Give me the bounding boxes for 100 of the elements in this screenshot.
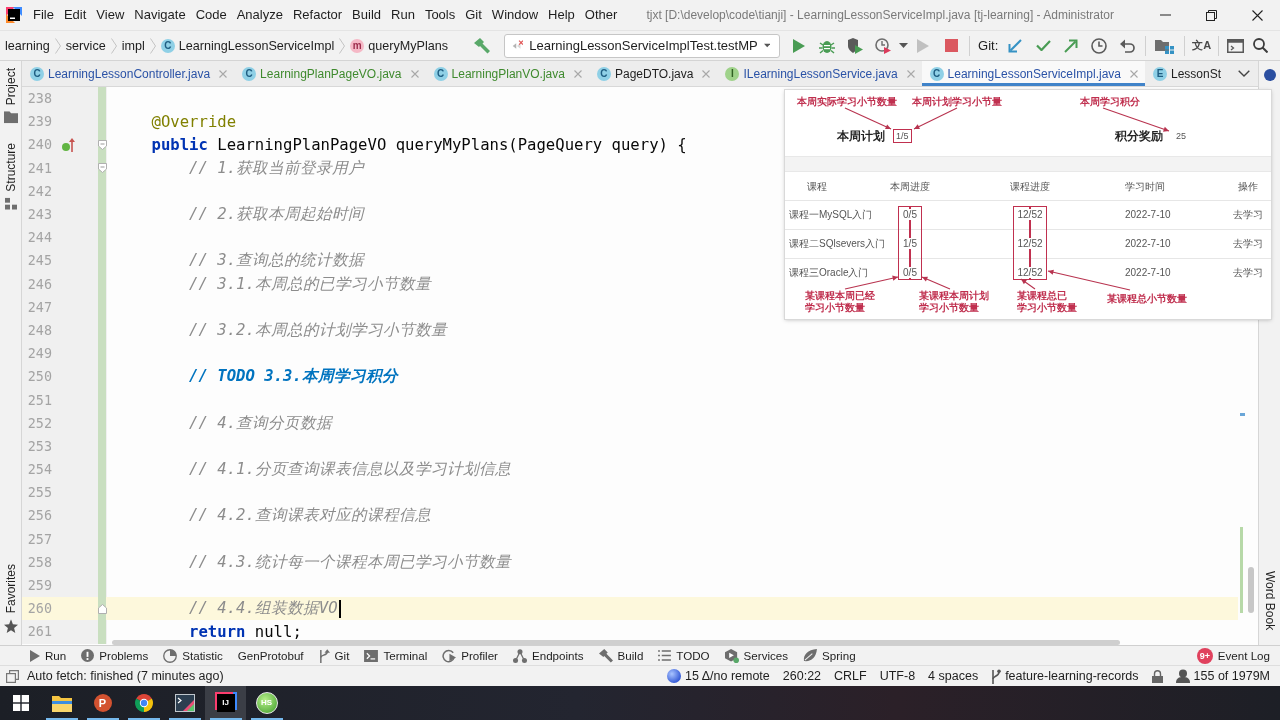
tool-window-button[interactable]: Problems: [81, 649, 149, 662]
menu-item[interactable]: Run: [386, 5, 420, 25]
annotation-note: 本周实际学习小节数量: [797, 96, 897, 108]
circle-icon[interactable]: [1263, 69, 1276, 81]
dot-arrow-icon[interactable]: [62, 137, 75, 152]
tool-window-tab[interactable]: Structure: [3, 141, 18, 213]
file-encoding[interactable]: UTF-8: [879, 669, 916, 683]
annotation-note: 本周计划学习小节量: [912, 96, 1002, 108]
menu-item[interactable]: Tools: [419, 5, 461, 25]
clock-icon[interactable]: [1091, 37, 1108, 54]
branch-selector[interactable]: feature-learning-records: [991, 668, 1139, 684]
tool-window-button[interactable]: Build: [598, 648, 644, 663]
fold-marker-icon[interactable]: [97, 603, 107, 614]
minimize-icon[interactable]: [1159, 14, 1171, 16]
restore-icon[interactable]: [1205, 9, 1217, 21]
search-icon[interactable]: [1253, 38, 1269, 53]
event-log-button[interactable]: 9+ Event Log: [1196, 647, 1270, 664]
study-link[interactable]: 去学习: [1233, 236, 1263, 251]
close-icon[interactable]: [1251, 9, 1263, 21]
list-icon: [658, 650, 672, 661]
editor-tab[interactable]: C LearningLessonController.java: [22, 61, 235, 86]
undo-icon[interactable]: [1119, 38, 1135, 53]
breadcrumb[interactable]: C LearningLessonServiceImpl: [160, 36, 335, 55]
menu-item[interactable]: Git: [460, 5, 487, 25]
project-structure-icon[interactable]: [1155, 37, 1176, 54]
column-header: 操作: [1238, 180, 1258, 194]
breadcrumb[interactable]: service: [65, 36, 106, 55]
chevron-down-icon[interactable]: [1238, 70, 1250, 77]
play-icon: [917, 38, 929, 53]
tool-window-button[interactable]: TODO: [658, 649, 710, 662]
presentation-logo: P: [93, 694, 112, 712]
table-cell: 1/5: [903, 238, 917, 249]
fold-marker-icon[interactable]: [97, 163, 107, 174]
tool-window-button[interactable]: Endpoints: [512, 648, 584, 663]
tool-window-button[interactable]: Run: [30, 649, 67, 662]
study-link[interactable]: 去学习: [1233, 207, 1263, 222]
scroll-thumb[interactable]: [1248, 567, 1254, 613]
study-link[interactable]: 去学习: [1233, 265, 1263, 280]
editor-tab[interactable]: C LearningPlanVO.java: [425, 61, 589, 86]
editor-tab[interactable]: E LessonSt: [1145, 61, 1229, 86]
menu-item[interactable]: Navigate: [129, 5, 191, 25]
tool-window-button[interactable]: Git: [318, 648, 350, 663]
editor-tab[interactable]: I ILearningLessonService.java: [717, 61, 922, 86]
tool-window-tab[interactable]: Favorites: [3, 561, 18, 635]
memory-indicator[interactable]: 155 of 1979M: [1175, 669, 1270, 683]
tool-window-tab[interactable]: Word Book: [1262, 568, 1277, 632]
menu-item[interactable]: View: [91, 5, 130, 25]
overlapping-squares-icon[interactable]: [6, 669, 19, 683]
exclamation-icon: [81, 649, 95, 662]
line-number: 251: [27, 392, 52, 408]
translate-button[interactable]: 文A: [1189, 38, 1215, 53]
menu-item[interactable]: Help: [543, 5, 580, 25]
hammer-icon[interactable]: [474, 37, 490, 54]
menu-item[interactable]: Edit: [58, 5, 92, 25]
taskbar-button[interactable]: IJ: [205, 686, 246, 720]
tool-window-button[interactable]: Terminal: [364, 649, 428, 662]
vcs-status[interactable]: 15 Δ/no remote: [667, 669, 770, 683]
caret-position[interactable]: 260:22: [782, 669, 822, 683]
menu-item[interactable]: File: [28, 5, 59, 25]
table-cell: 课程二SQlsevers入门: [789, 236, 886, 251]
run-configuration-select[interactable]: LearningLessonServiceImplTest.testMP: [504, 33, 780, 58]
tool-window-button[interactable]: Statistic: [163, 648, 223, 663]
up-right-arrow-icon[interactable]: [1064, 38, 1079, 53]
menu-item[interactable]: Analyze: [231, 5, 288, 25]
tool-window-tab[interactable]: Project: [3, 66, 18, 126]
menu-item[interactable]: Code: [190, 5, 232, 25]
person-icon: [1175, 669, 1190, 683]
tool-window-button[interactable]: Profiler: [442, 648, 498, 663]
breadcrumb[interactable]: m queryMyPlans: [350, 36, 448, 55]
table-cell: 12/52: [1017, 209, 1043, 220]
table-cell: 课程三Oracle入门: [789, 265, 869, 280]
menu-item[interactable]: Window: [486, 5, 544, 25]
tool-window-button[interactable]: Services: [724, 648, 789, 663]
play-icon: [30, 649, 40, 662]
horizontal-scrollbar[interactable]: [112, 640, 1120, 645]
editor-tab[interactable]: C PageDTO.java: [588, 61, 718, 86]
menu-item[interactable]: Other: [579, 5, 623, 25]
lock-icon[interactable]: [1151, 669, 1163, 683]
indent-setting[interactable]: 4 spaces: [928, 669, 979, 683]
editor-tab[interactable]: C LearningPlanPageVO.java: [234, 61, 426, 86]
annotation-arrow: [1020, 278, 1036, 290]
ide-logo: IJ: [216, 694, 235, 712]
tool-window-button[interactable]: Spring: [803, 649, 856, 662]
folder-icon: [3, 111, 18, 124]
caret-icon[interactable]: [898, 43, 908, 48]
menu-item[interactable]: Build: [347, 5, 386, 25]
taskbar-button[interactable]: P: [82, 686, 123, 720]
window-icon[interactable]: [1227, 38, 1245, 53]
editor-tab[interactable]: C LearningLessonServiceImpl.java: [921, 61, 1145, 86]
line-separator[interactable]: CRLF: [834, 669, 867, 683]
file-type-badge: C: [242, 66, 257, 81]
table-cell: 2022-7-10: [1125, 209, 1171, 220]
down-left-arrow-icon[interactable]: [1008, 38, 1023, 53]
annotation-note: 某课程总小节数量: [1107, 293, 1187, 305]
tool-window-button[interactable]: GenProtobuf: [237, 649, 304, 662]
check-icon[interactable]: [1035, 40, 1051, 51]
menu-item[interactable]: Refactor: [287, 5, 348, 25]
fold-marker-icon[interactable]: [97, 139, 107, 150]
breadcrumb[interactable]: impl: [121, 36, 145, 55]
annotation-note: 某课程总已 学习小节数量: [1017, 290, 1077, 314]
